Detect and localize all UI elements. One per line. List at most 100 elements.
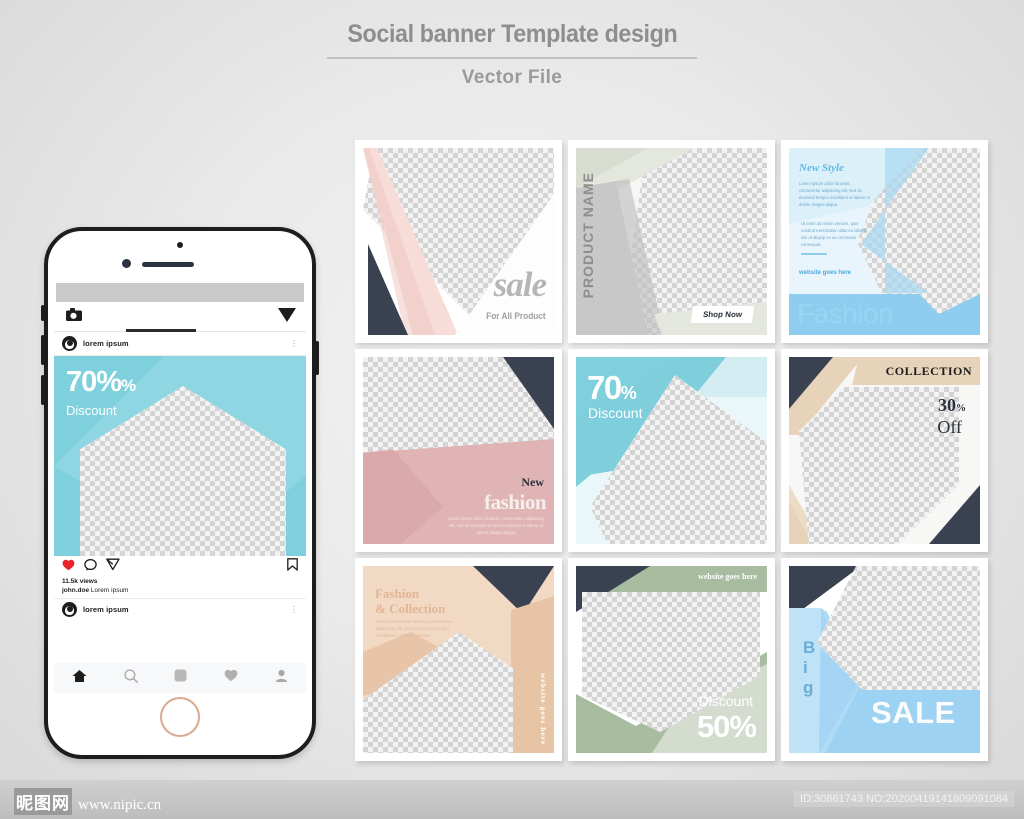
phone-screen: lorem ipsum ⋮ 70%% Discount 11.5k views …: [54, 283, 306, 693]
banner-card-big-sale[interactable]: B i g SALE: [781, 558, 988, 761]
banner-discount: 30%: [938, 395, 966, 415]
banner-website: website goes here: [799, 270, 852, 276]
post-banner-text: 70%% Discount: [66, 366, 136, 419]
caption-username[interactable]: john.doe: [62, 587, 89, 594]
banner-title: New Style: [799, 162, 844, 174]
banner-card-70-discount[interactable]: 70% Discount: [568, 349, 775, 552]
post-options-icon[interactable]: ⋮: [290, 606, 298, 614]
banner-canvas: New Style Lorem ipsum dolor sit amet, co…: [789, 148, 980, 335]
banner-title-group: Fashion & Collection: [375, 586, 445, 616]
banner-title: PRODUCT NAME: [580, 172, 596, 299]
banner-card-product-name[interactable]: PRODUCT NAME Shop Now: [568, 140, 775, 343]
logo-text-cn: 昵图网: [14, 788, 72, 815]
banner-letter: i: [803, 658, 808, 677]
banner-subtitle: Discount: [588, 405, 643, 421]
banner-headline: 50%: [696, 709, 757, 744]
shop-now-button[interactable]: Shop Now: [690, 306, 755, 323]
site-url: www.nipic.cn: [78, 797, 162, 813]
footer-bar: 昵图网 www.nipic.cn ID:30861743 NO:20200419…: [0, 780, 1024, 819]
banner-row: New fashion Lorem ipsum dolor sit amet, …: [355, 349, 995, 552]
page-title: Social banner Template design: [347, 20, 677, 48]
comment-icon[interactable]: [84, 558, 97, 576]
banner-canvas: 70% Discount: [576, 357, 767, 544]
divider: [801, 253, 827, 255]
banner-title: COLLECTION: [885, 364, 972, 378]
front-camera-icon: [177, 242, 183, 248]
earpiece-speaker: [142, 262, 194, 267]
banner-card-new-fashion[interactable]: New fashion Lorem ipsum dolor sit amet, …: [355, 349, 562, 552]
banner-row: Fashion & Collection Lorem ipsum dolor s…: [355, 558, 995, 761]
banner-subtitle: Discount: [698, 693, 753, 709]
banner-card-discount-50[interactable]: website goes here Discount 50%: [568, 558, 775, 761]
search-icon[interactable]: [124, 668, 139, 688]
post-username[interactable]: lorem ipsum: [83, 605, 129, 614]
heart-nav-icon[interactable]: [224, 669, 238, 687]
post-header: lorem ipsum ⋮: [54, 332, 306, 356]
banner-title: SALE: [871, 695, 956, 730]
reels-icon[interactable]: [174, 669, 187, 687]
page-subtitle: Vector File: [461, 67, 563, 88]
banner-canvas: sale For All Product: [363, 148, 554, 335]
phone-volume-down-button[interactable]: [41, 375, 45, 405]
banner-body-1: Lorem ipsum dolor sit amet, consectetur …: [799, 181, 870, 207]
banner-canvas: New fashion Lorem ipsum dolor sit amet, …: [363, 357, 554, 544]
banner-card-new-style[interactable]: New Style Lorem ipsum dolor sit amet, co…: [781, 140, 988, 343]
site-logo: 昵图网 www.nipic.cn: [14, 788, 161, 815]
banner-card-sale[interactable]: sale For All Product: [355, 140, 562, 343]
banner-title: sale: [493, 265, 547, 304]
banner-subtitle: For All Product: [486, 311, 546, 321]
banner-body: Lorem ipsum dolor sit amet, consectetur …: [376, 619, 453, 638]
post-caption: john.doe Lorem ipsum: [62, 587, 298, 594]
banner-canvas: B i g SALE: [789, 566, 980, 753]
post-options-icon[interactable]: ⋮: [290, 340, 298, 348]
banner-grid: sale For All Product PRODUCT NAME Shop N…: [355, 140, 995, 767]
phone-top-bezel: [48, 231, 312, 283]
banner-subtitle: Off: [937, 417, 962, 437]
banner-card-collection[interactable]: COLLECTION 30% Off: [781, 349, 988, 552]
post-image[interactable]: 70%% Discount: [54, 356, 306, 556]
banner-letter: g: [803, 678, 814, 697]
avatar[interactable]: [62, 602, 77, 617]
phone-volume-up-button[interactable]: [41, 335, 45, 365]
page-header: Social banner Template design Vector Fil…: [0, 20, 1024, 89]
banner-website: website goes here: [539, 672, 548, 745]
post-username[interactable]: lorem ipsum: [83, 339, 129, 348]
banner-headline: 70%: [587, 369, 637, 406]
phone-power-button[interactable]: [315, 341, 319, 375]
proximity-sensor-icon: [122, 259, 131, 268]
bottom-tab-bar: [54, 663, 306, 693]
image-id-text: ID:30861743 NO:20200419141809091084: [794, 791, 1014, 807]
camera-icon[interactable]: [66, 308, 82, 326]
active-tab-indicator: [126, 329, 196, 332]
banner-title-2: & Collection: [375, 601, 446, 616]
send-icon[interactable]: [278, 307, 296, 328]
banner-body: Lorem ipsum dolor sit amet, consectetur …: [447, 516, 545, 535]
header-divider: [327, 57, 697, 59]
banner-canvas: website goes here Discount 50%: [576, 566, 767, 753]
app-top-bar: [54, 302, 306, 332]
next-post-header: lorem ipsum ⋮: [54, 598, 306, 620]
banner-subtitle: fashion: [484, 490, 546, 514]
home-button[interactable]: [160, 697, 200, 737]
banner-title: Fashion: [375, 586, 420, 601]
banner-card-fashion-collection[interactable]: Fashion & Collection Lorem ipsum dolor s…: [355, 558, 562, 761]
banner-letters: B i g: [803, 638, 815, 698]
banner-body-2: Ut enim ad minim veniam, quis nostrud ex…: [801, 221, 867, 247]
banner-big-text: Fashion: [797, 298, 894, 329]
status-bar: [56, 283, 304, 302]
phone-silent-switch[interactable]: [41, 305, 45, 321]
heart-icon[interactable]: [62, 558, 75, 576]
post-action-bar: [54, 556, 306, 578]
caption-text: Lorem ipsum: [90, 587, 129, 594]
share-icon[interactable]: [106, 558, 120, 576]
banner-website: website goes here: [698, 572, 757, 581]
profile-icon[interactable]: [275, 669, 288, 687]
bookmark-icon[interactable]: [287, 558, 298, 576]
view-count: 11.5k views: [62, 578, 98, 585]
home-icon[interactable]: [72, 669, 87, 688]
banner-canvas: COLLECTION 30% Off: [789, 357, 980, 544]
banner-canvas: Fashion & Collection Lorem ipsum dolor s…: [363, 566, 554, 753]
phone-mockup: lorem ipsum ⋮ 70%% Discount 11.5k views …: [41, 227, 319, 759]
banner-letter: B: [803, 638, 816, 657]
avatar[interactable]: [62, 336, 77, 351]
